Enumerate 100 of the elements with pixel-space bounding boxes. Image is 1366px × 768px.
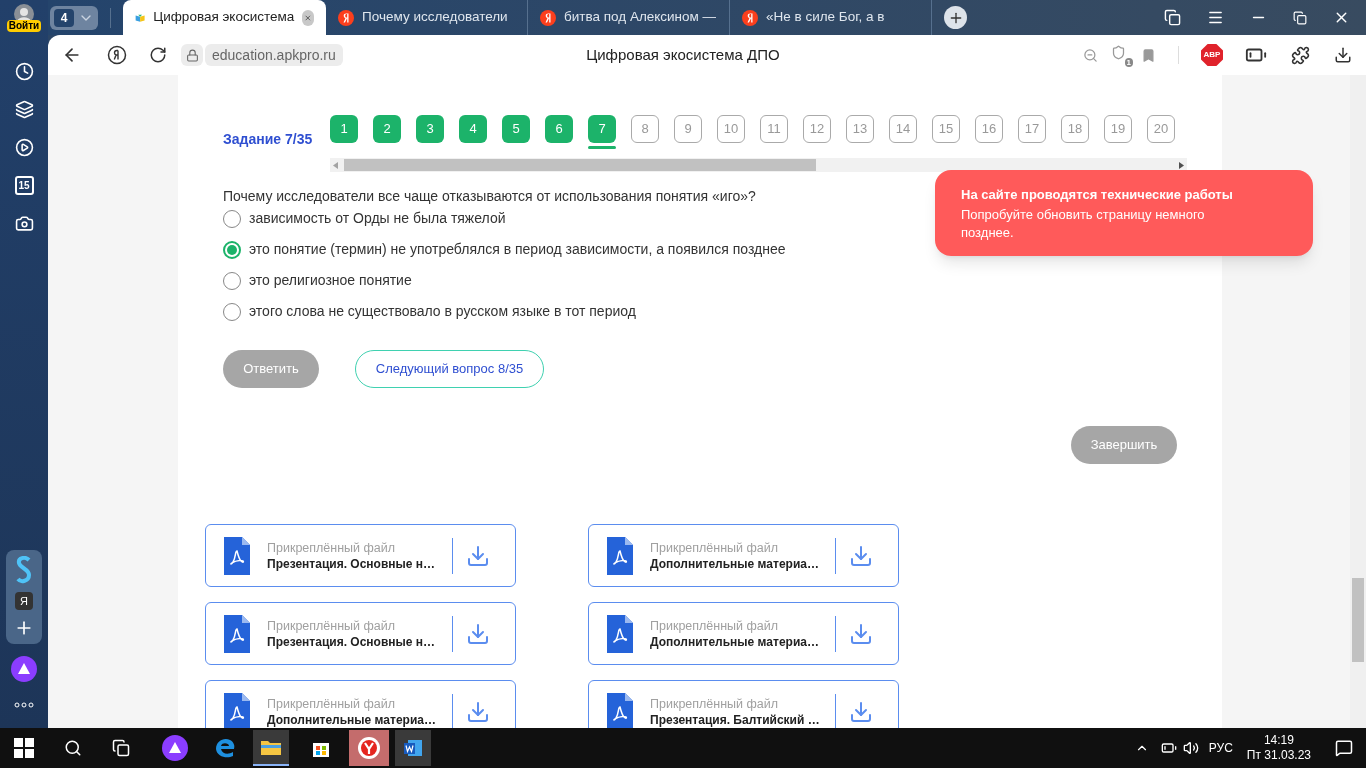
calendar-icon[interactable]: 15 (14, 176, 34, 195)
download-icon[interactable] (849, 699, 873, 724)
collections-icon[interactable] (14, 100, 34, 119)
notifications-icon[interactable] (1335, 739, 1353, 757)
question-number-button[interactable]: 8 (631, 115, 659, 143)
bookmark-icon[interactable] (1141, 47, 1156, 63)
attached-file-card[interactable]: Прикреплённый файл Презентация. Основные н… (205, 602, 516, 665)
question-number-button[interactable]: 4 (459, 115, 487, 143)
pdf-file-icon (224, 614, 250, 653)
question-number-button[interactable]: 17 (1018, 115, 1046, 143)
option-text: зависимость от Орды не была тяжелой (249, 209, 506, 228)
answer-option[interactable]: это понятие (термин) не употреблялся в период зависимости, а появился позднее (223, 240, 1195, 259)
question-number-button[interactable]: 3 (416, 115, 444, 143)
horizontal-scrollbar[interactable] (330, 158, 1187, 172)
screenshot-icon[interactable] (14, 214, 34, 233)
new-tab-button[interactable] (944, 6, 967, 29)
scroll-right-arrow-icon[interactable] (1179, 161, 1184, 169)
download-icon[interactable] (849, 543, 873, 568)
question-number-button[interactable]: 2 (373, 115, 401, 143)
download-icon[interactable] (849, 621, 873, 646)
profile-button[interactable]: Войти (4, 4, 44, 32)
browser-tab[interactable]: Цифровая экосистема (123, 0, 326, 35)
question-number-button[interactable]: 5 (502, 115, 530, 143)
word-button[interactable] (395, 730, 431, 766)
folder-icon (261, 739, 281, 755)
history-icon[interactable] (14, 62, 34, 81)
option-text: этого слова не существовало в русском языке в тот период (249, 302, 636, 321)
question-number-button[interactable]: 18 (1061, 115, 1089, 143)
volume-icon[interactable] (1182, 740, 1199, 756)
question-number-button[interactable]: 13 (846, 115, 874, 143)
download-icon[interactable] (466, 621, 490, 646)
language-indicator[interactable]: РУС (1208, 739, 1233, 757)
question-number-button[interactable]: 12 (803, 115, 831, 143)
lock-icon[interactable] (185, 48, 199, 62)
shield-count-badge: 1 (1124, 58, 1133, 67)
yandex-app-icon[interactable]: Я (15, 592, 33, 610)
bookmarks-icon[interactable] (1164, 9, 1181, 26)
download-icon[interactable] (466, 543, 490, 568)
finish-button[interactable]: Завершить (1071, 426, 1177, 464)
question-number-button[interactable]: 11 (760, 115, 788, 143)
question-number-button[interactable]: 7 (588, 115, 616, 143)
file-name: Презентация. Основные н… (267, 555, 437, 572)
video-icon[interactable] (14, 138, 34, 157)
adblock-icon[interactable]: ABP (1201, 44, 1223, 66)
yandex-home-icon[interactable] (107, 45, 127, 65)
protect-button[interactable]: 1 (1111, 45, 1131, 65)
yandex-browser-icon (357, 736, 381, 760)
file-caption: Прикреплённый файл (267, 617, 397, 634)
option-text: это религиозное понятие (249, 271, 412, 290)
clock-time: 14:19 (1263, 733, 1294, 748)
question-number-button[interactable]: 19 (1104, 115, 1132, 143)
question-number-button[interactable]: 9 (674, 115, 702, 143)
tab-title: Почему исследователи (362, 8, 509, 27)
file-name: Презентация. Основные н… (267, 633, 437, 650)
clock[interactable]: 14:19 Пт 31.03.23 (1246, 733, 1311, 763)
tab-count-button[interactable]: 4 (50, 5, 98, 30)
question-number-button[interactable]: 10 (717, 115, 745, 143)
radio-button[interactable] (223, 240, 241, 259)
file-explorer-button[interactable] (253, 730, 289, 766)
question-number-button[interactable]: 1 (330, 115, 358, 143)
file-caption: Прикреплённый файл (267, 539, 397, 556)
url-field[interactable]: education.apkpro.ru (205, 44, 343, 66)
app-s-icon[interactable] (16, 556, 32, 584)
file-name: Дополнительные материа… (650, 633, 820, 650)
alice-icon[interactable] (162, 735, 188, 761)
close-tab-icon[interactable] (302, 9, 314, 26)
pdf-file-icon (607, 614, 633, 653)
answer-option[interactable]: этого слова не существовало в русском языке в тот период (223, 302, 1195, 321)
vertical-scrollbar[interactable] (1350, 75, 1366, 728)
restore-icon[interactable] (1293, 10, 1307, 25)
answer-option[interactable]: это религиозное понятие (223, 271, 1195, 290)
attached-file-card[interactable]: Прикреплённый файл Презентация. Основные н… (205, 524, 516, 587)
extensions-icon[interactable] (1291, 45, 1310, 65)
tab-title: битва под Алексином — (564, 8, 717, 27)
attached-file-card[interactable]: Прикреплённый файл Дополнительные материа… (588, 602, 899, 665)
file-name: Дополнительные материа… (267, 711, 437, 728)
more-icon[interactable] (14, 702, 34, 708)
menu-icon[interactable] (1207, 9, 1224, 26)
task-view-icon[interactable] (112, 739, 130, 757)
question-number-button[interactable]: 20 (1147, 115, 1175, 143)
yandex-favicon-icon (540, 9, 556, 26)
search-icon[interactable] (64, 739, 82, 757)
alice-icon[interactable] (11, 656, 37, 682)
download-icon[interactable] (466, 699, 490, 724)
attached-file-card[interactable]: Прикреплённый файл Дополнительные материа… (588, 524, 899, 587)
reload-icon[interactable] (149, 46, 167, 64)
yandex-browser-button[interactable] (349, 730, 389, 766)
pdf-file-icon (607, 536, 633, 575)
windows-start-icon[interactable] (14, 738, 34, 758)
edge-icon[interactable] (214, 737, 236, 759)
question-number-button[interactable]: 6 (545, 115, 573, 143)
option-text: это понятие (термин) не употреблялся в период зависимости, а появился позднее (249, 240, 786, 259)
file-name: Дополнительные материа… (650, 555, 820, 572)
pdf-file-icon (224, 536, 250, 575)
question-number-button[interactable]: 14 (889, 115, 917, 143)
downloads-icon[interactable] (1334, 46, 1352, 64)
tab-title: «Не в силе Бог, а в (766, 8, 886, 27)
zoom-out-icon[interactable] (1083, 47, 1098, 63)
question-number-button[interactable]: 15 (932, 115, 960, 143)
question-number-button[interactable]: 16 (975, 115, 1003, 143)
